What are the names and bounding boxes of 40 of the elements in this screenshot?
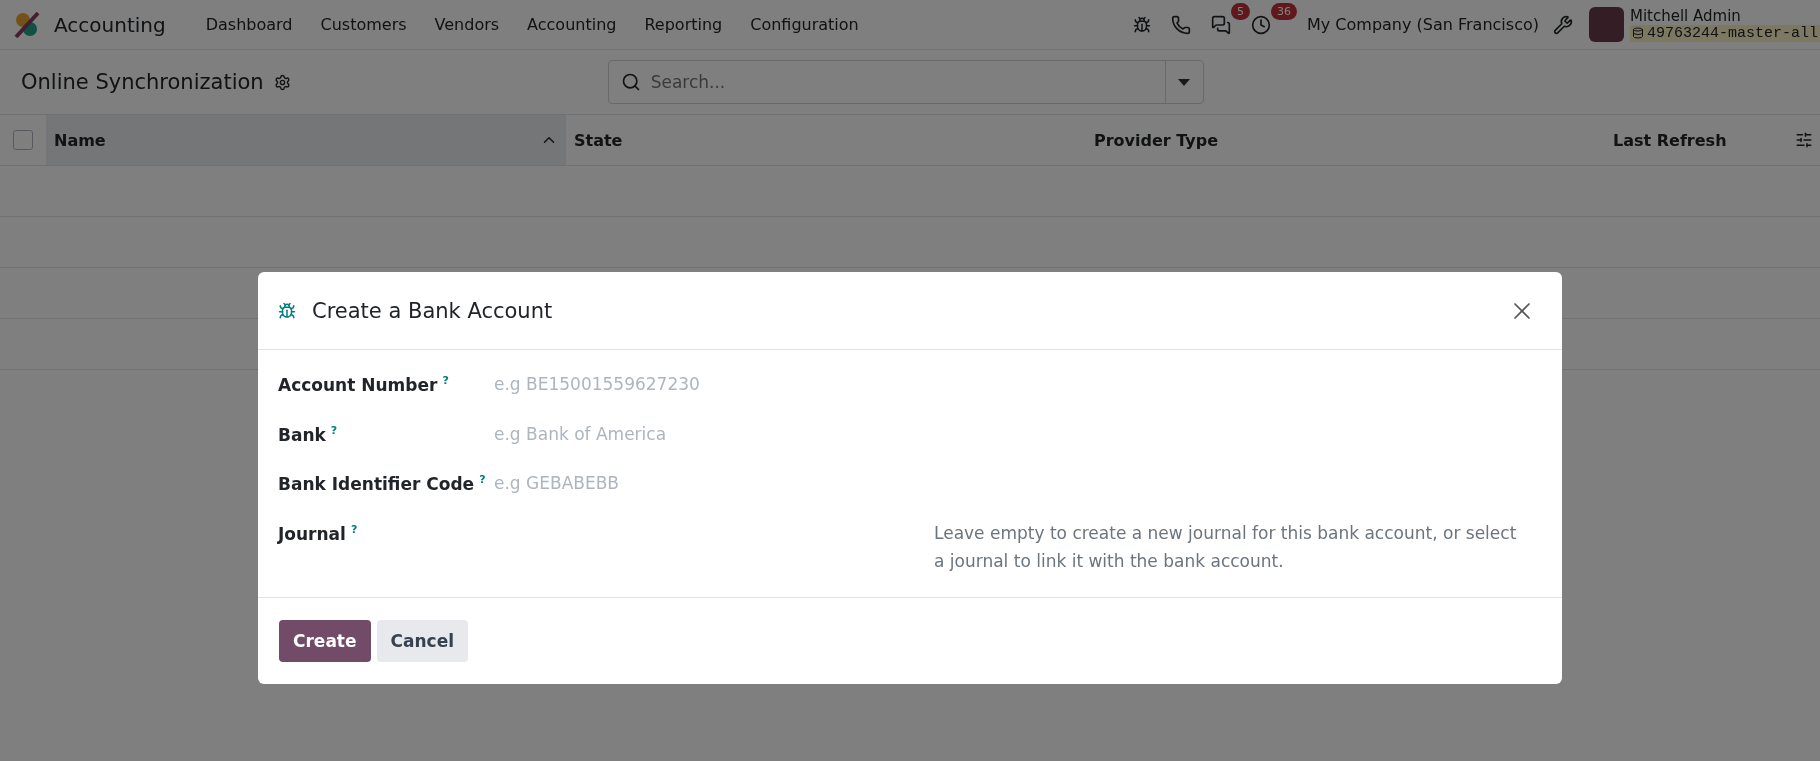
chat-icon xyxy=(1211,14,1231,35)
column-header[interactable]: Name xyxy=(46,115,566,165)
menu-item[interactable]: Vendors xyxy=(420,15,514,34)
column-header[interactable]: State xyxy=(566,115,1086,165)
settings-icon[interactable] xyxy=(273,73,291,91)
counter-badge: 5 xyxy=(1231,2,1250,20)
phone-icon xyxy=(1171,14,1191,35)
help-text: Leave empty to create a new journal for this bank account, or select a journal to link it with the bank account. xyxy=(934,521,1518,573)
database-name: 49763244-master-all xyxy=(1629,24,1820,42)
company-switcher[interactable]: My Company (San Francisco) xyxy=(1307,15,1539,34)
app-name[interactable]: Accounting xyxy=(54,12,166,37)
menu-item[interactable]: Customers xyxy=(306,15,421,34)
cancel-button[interactable]: Cancel xyxy=(376,620,468,662)
database-icon xyxy=(1631,27,1644,39)
search-icon xyxy=(620,72,641,92)
search-field[interactable]: Search... xyxy=(607,60,1204,104)
field-label: Account Number $^{?}$ xyxy=(278,374,450,395)
field-label: Journal $^{?}$ xyxy=(278,522,359,544)
menu-item[interactable]: Reporting xyxy=(630,15,737,34)
user-name[interactable]: Mitchell Admin xyxy=(1629,7,1820,25)
create-button[interactable]: Create xyxy=(279,620,371,662)
app-logo[interactable] xyxy=(12,9,42,40)
select-all-checkbox[interactable] xyxy=(13,130,33,150)
column-header[interactable]: Last Refresh xyxy=(1605,115,1795,165)
page-title: Online Synchronization xyxy=(21,70,264,94)
search-input[interactable]: Search... xyxy=(640,61,1165,103)
clock-icon xyxy=(1251,14,1271,35)
counter-badge: 36 xyxy=(1271,2,1297,20)
field-label: Bank $^{?}$ xyxy=(278,423,339,445)
column-header[interactable]: Provider Type xyxy=(1086,115,1605,165)
menu-item[interactable]: Dashboard xyxy=(191,15,307,34)
bug-icon xyxy=(1133,15,1151,34)
optional-columns-icon[interactable] xyxy=(1795,131,1813,149)
field-label: Bank Identifier Code $^{?}$ xyxy=(278,473,487,494)
tools-icon[interactable] xyxy=(1552,14,1573,35)
dialog-title: Create a Bank Account xyxy=(312,298,554,323)
menu-item[interactable]: Configuration xyxy=(736,15,873,34)
avatar[interactable] xyxy=(1588,7,1624,42)
menu-item[interactable]: Accounting xyxy=(513,15,631,34)
bug-icon xyxy=(278,301,296,320)
